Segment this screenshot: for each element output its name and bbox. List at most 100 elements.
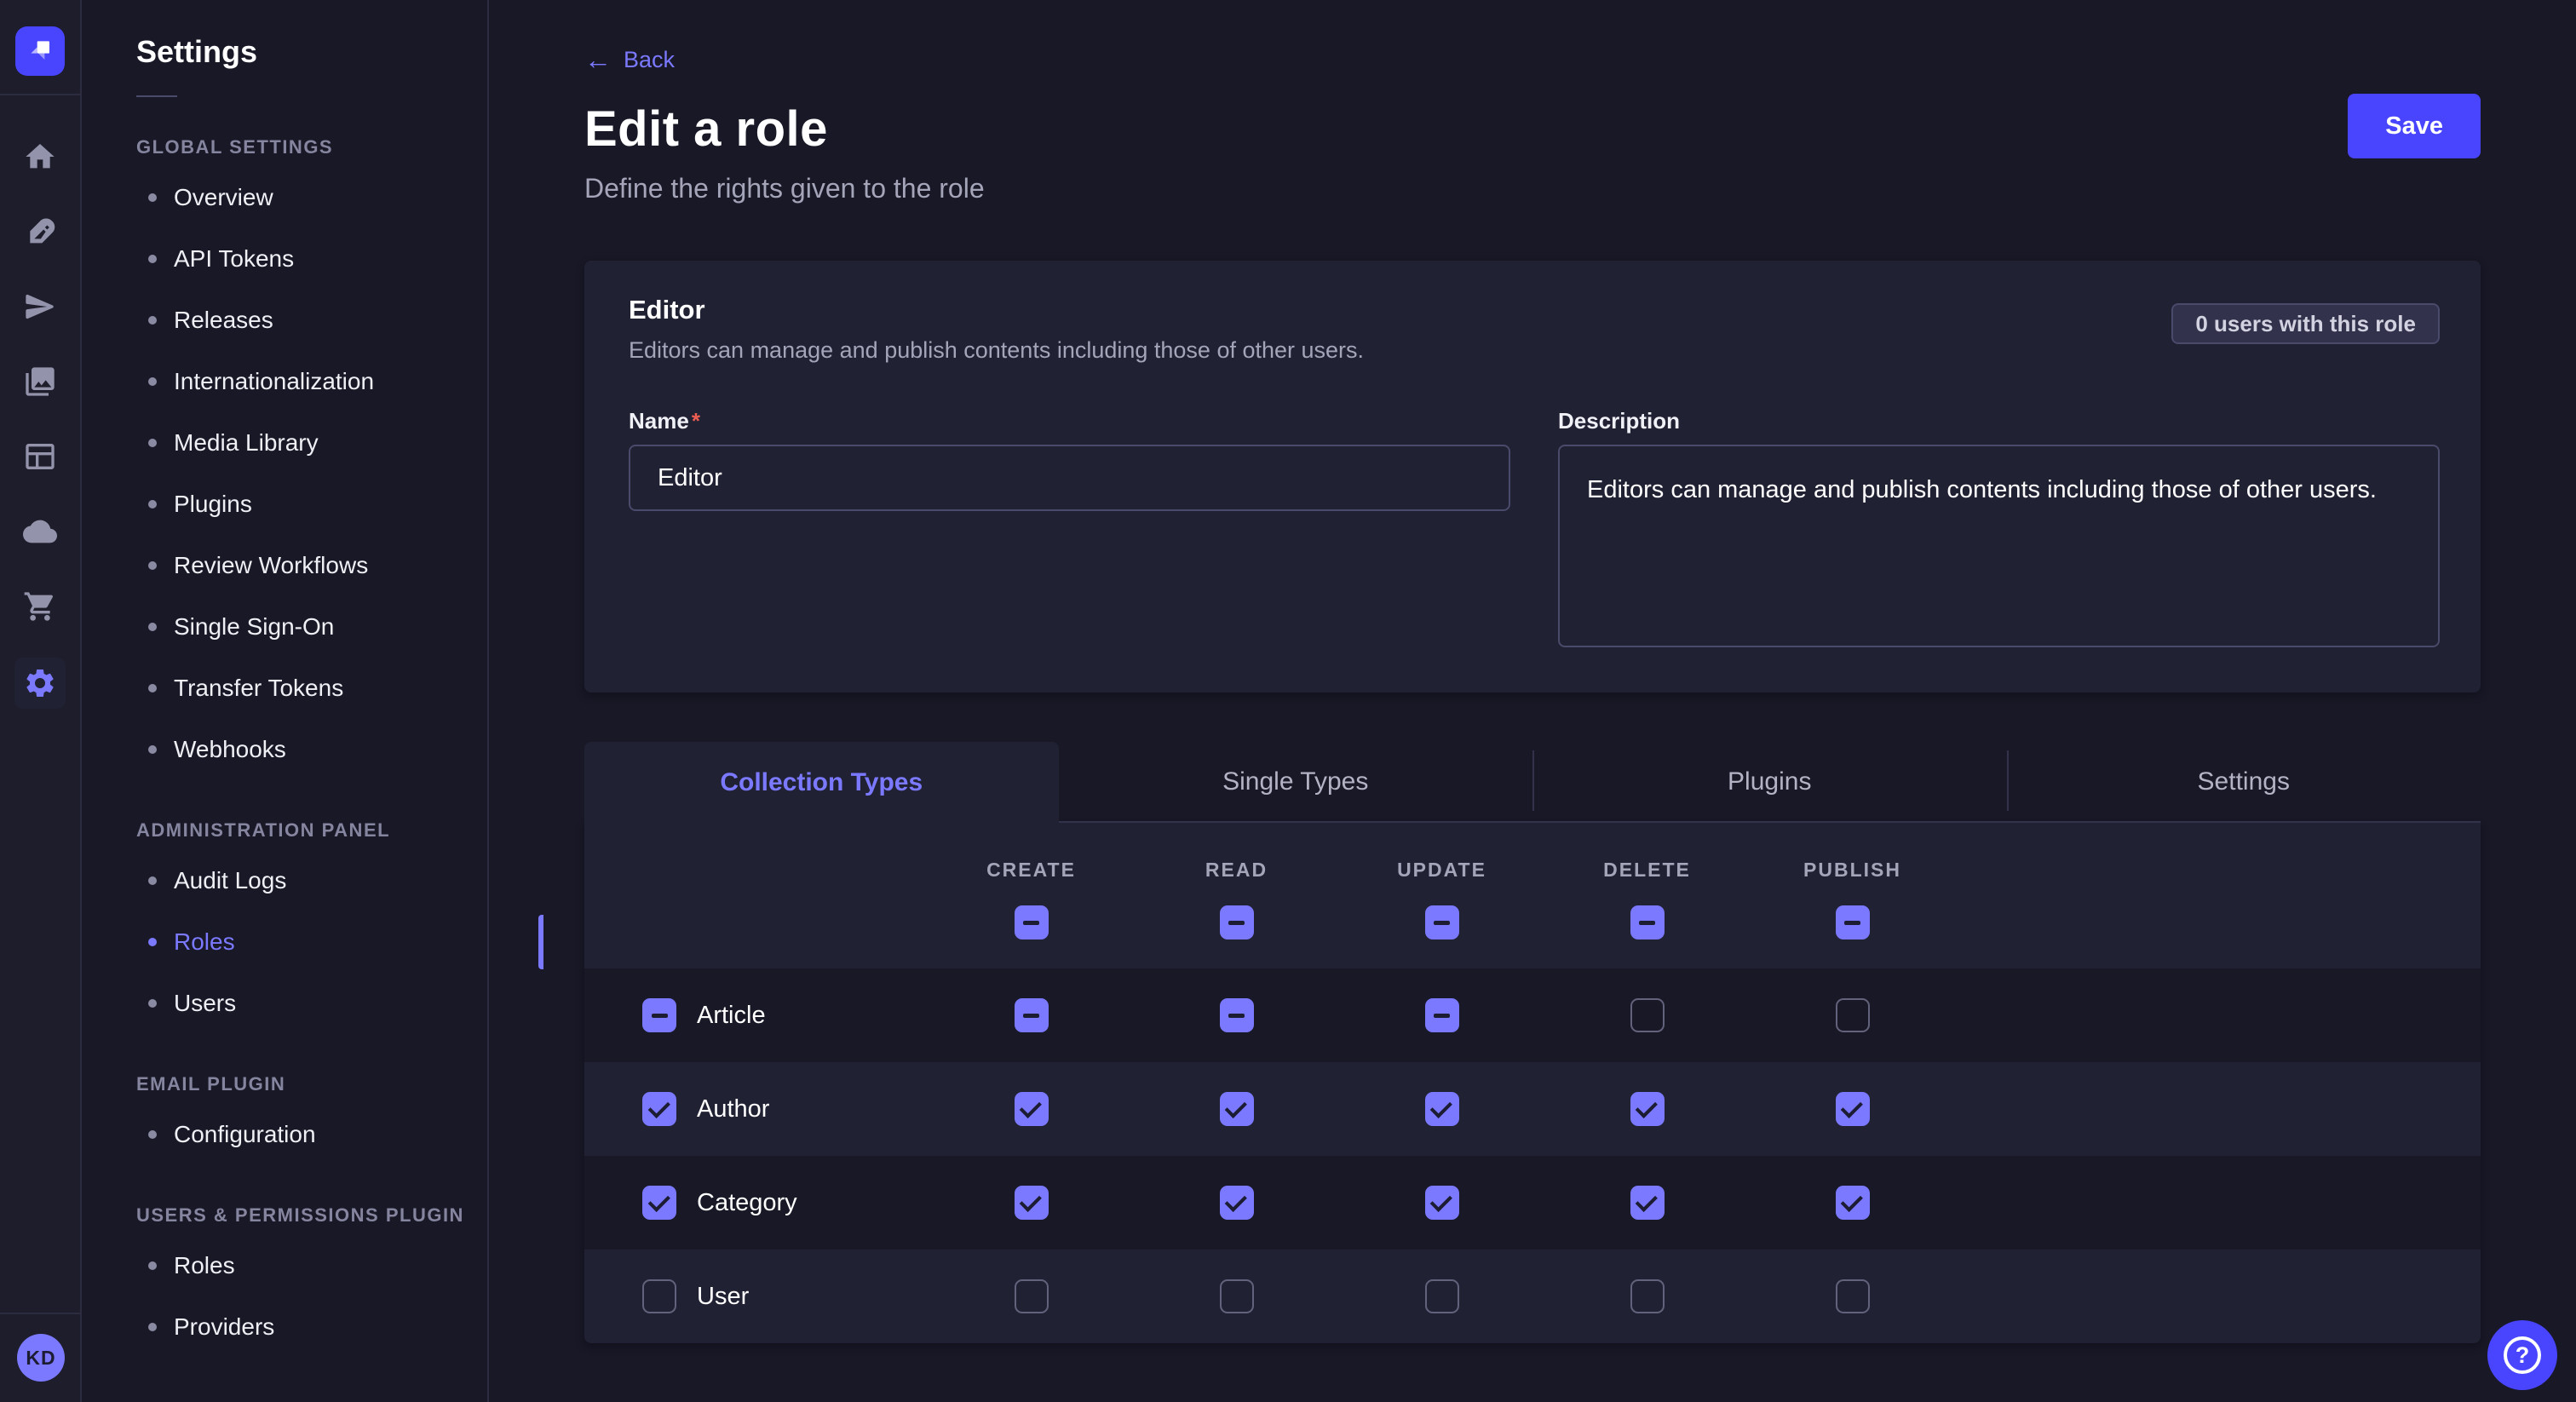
category-update-checkbox[interactable]	[1425, 1186, 1459, 1220]
row-label: User	[697, 1283, 749, 1311]
sidebar-item-label: API Tokens	[174, 245, 294, 273]
article-publish-checkbox[interactable]	[1836, 998, 1870, 1032]
nav-marketplace[interactable]	[0, 571, 81, 646]
user-avatar[interactable]: KD	[17, 1334, 65, 1382]
home-icon	[23, 140, 57, 178]
sidebar-item-roles[interactable]: Roles	[136, 1235, 487, 1296]
bullet-icon	[148, 999, 157, 1008]
nav-content-type-builder[interactable]	[0, 196, 81, 271]
sidebar-item-single-sign-on[interactable]: Single Sign-On	[136, 596, 487, 658]
column-header-read: READ	[1134, 859, 1339, 882]
article-update-checkbox[interactable]	[1425, 998, 1459, 1032]
nav-media-library[interactable]	[0, 346, 81, 421]
bullet-icon	[148, 439, 157, 447]
help-button[interactable]: ?	[2487, 1320, 2557, 1390]
user-row-checkbox[interactable]	[642, 1279, 676, 1313]
user-read-checkbox[interactable]	[1220, 1279, 1254, 1313]
checkbox-cell	[1544, 1092, 1750, 1126]
checkbox-cell	[1134, 1092, 1339, 1126]
sidebar-item-overview[interactable]: Overview	[136, 167, 487, 228]
sidebar-item-providers[interactable]: Providers	[136, 1296, 487, 1358]
role-fields: Name* Description Editors can manage and…	[629, 408, 2440, 652]
tab-settings[interactable]: Settings	[2007, 742, 2481, 823]
select-all-publish-checkbox[interactable]	[1836, 905, 1870, 939]
select-all-row	[584, 905, 2481, 939]
subnav-sections: GLOBAL SETTINGS Overview API Tokens Release…	[136, 136, 487, 1358]
checkbox-cell	[1339, 905, 1544, 939]
description-textarea[interactable]: Editors can manage and publish contents …	[1558, 445, 2440, 647]
category-create-checkbox[interactable]	[1015, 1186, 1049, 1220]
select-all-delete-checkbox[interactable]	[1630, 905, 1665, 939]
user-delete-checkbox[interactable]	[1630, 1279, 1665, 1313]
select-all-read-checkbox[interactable]	[1220, 905, 1254, 939]
permissions-tabs: Collection TypesSingle TypesPluginsSetti…	[584, 742, 2481, 823]
article-read-checkbox[interactable]	[1220, 998, 1254, 1032]
category-read-checkbox[interactable]	[1220, 1186, 1254, 1220]
sidebar-item-review-workflows[interactable]: Review Workflows	[136, 535, 487, 596]
name-input[interactable]	[629, 445, 1510, 511]
nav-section-header: GLOBAL SETTINGS	[136, 136, 487, 158]
bullet-icon	[148, 1323, 157, 1331]
author-publish-checkbox[interactable]	[1836, 1092, 1870, 1126]
nav-item-list: Roles Providers	[136, 1235, 487, 1358]
save-button[interactable]: Save	[2348, 94, 2481, 158]
author-create-checkbox[interactable]	[1015, 1092, 1049, 1126]
tab-collection-types[interactable]: Collection Types	[584, 742, 1059, 823]
nav-settings[interactable]	[0, 646, 81, 721]
checkbox-cell	[1750, 998, 1955, 1032]
author-update-checkbox[interactable]	[1425, 1092, 1459, 1126]
select-all-update-checkbox[interactable]	[1425, 905, 1459, 939]
sidebar-item-plugins[interactable]: Plugins	[136, 474, 487, 535]
tab-single-types[interactable]: Single Types	[1059, 742, 1533, 823]
article-delete-checkbox[interactable]	[1630, 998, 1665, 1032]
sidebar-item-media-library[interactable]: Media Library	[136, 412, 487, 474]
nav-item-list: Audit LogsRolesUsers	[136, 850, 487, 1034]
sidebar-item-users[interactable]: Users	[136, 973, 487, 1034]
sidebar-item-label: Single Sign-On	[174, 613, 334, 641]
sidebar-item-webhooks[interactable]: Webhooks	[136, 719, 487, 780]
user-update-checkbox[interactable]	[1425, 1279, 1459, 1313]
checkbox-cell	[929, 998, 1134, 1032]
nav-section-header: USERS & PERMISSIONS PLUGIN	[136, 1204, 487, 1227]
checkbox-cell	[1339, 1279, 1544, 1313]
category-publish-checkbox[interactable]	[1836, 1186, 1870, 1220]
category-delete-checkbox[interactable]	[1630, 1186, 1665, 1220]
tab-plugins[interactable]: Plugins	[1532, 742, 2007, 823]
column-labels-row: CREATEREADUPDATEDELETEPUBLISH	[584, 859, 2481, 882]
checkbox-cell	[1544, 1186, 1750, 1220]
category-row-checkbox[interactable]	[642, 1186, 676, 1220]
sidebar-item-audit-logs[interactable]: Audit Logs	[136, 850, 487, 911]
sidebar-item-releases[interactable]: Releases	[136, 290, 487, 351]
back-link[interactable]: ← Back	[584, 46, 675, 73]
sidebar-item-transfer-tokens[interactable]: Transfer Tokens	[136, 658, 487, 719]
nav-releases[interactable]	[0, 271, 81, 346]
sidebar-item-api-tokens[interactable]: API Tokens	[136, 228, 487, 290]
user-create-checkbox[interactable]	[1015, 1279, 1049, 1313]
select-all-create-checkbox[interactable]	[1015, 905, 1049, 939]
nav-deploy[interactable]	[0, 496, 81, 571]
checkbox-cell	[929, 1092, 1134, 1126]
sidebar-item-configuration[interactable]: Configuration	[136, 1104, 487, 1165]
strapi-logo[interactable]	[15, 26, 65, 76]
sidebar-item-roles[interactable]: Roles	[136, 911, 487, 973]
checkbox-cell	[929, 1186, 1134, 1220]
checkbox-cell	[1544, 905, 1750, 939]
checkbox-cell	[1544, 998, 1750, 1032]
checkbox-cell	[929, 905, 1134, 939]
article-row-checkbox[interactable]	[642, 998, 676, 1032]
article-create-checkbox[interactable]	[1015, 998, 1049, 1032]
nav-content-manager[interactable]	[0, 421, 81, 496]
page-subtitle: Define the rights given to the role	[584, 173, 2481, 204]
permissions-table: CREATEREADUPDATEDELETEPUBLISH ArticleAut…	[584, 823, 2481, 1343]
bullet-icon	[148, 561, 157, 570]
author-delete-checkbox[interactable]	[1630, 1092, 1665, 1126]
author-row-checkbox[interactable]	[642, 1092, 676, 1126]
sidebar-item-label: Providers	[174, 1313, 274, 1341]
user-publish-checkbox[interactable]	[1836, 1279, 1870, 1313]
nav-home[interactable]	[0, 121, 81, 196]
users-with-role-button[interactable]: 0 users with this role	[2171, 303, 2440, 344]
author-read-checkbox[interactable]	[1220, 1092, 1254, 1126]
sidebar-item-internationalization[interactable]: Internationalization	[136, 351, 487, 412]
bullet-icon	[148, 684, 157, 692]
gear-icon	[14, 658, 66, 709]
